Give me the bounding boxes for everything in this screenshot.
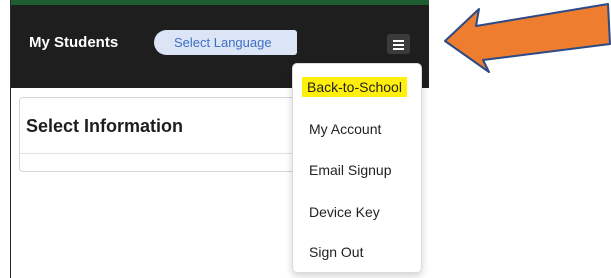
menu-item-email-signup[interactable]: Email Signup xyxy=(309,162,392,178)
app-title[interactable]: My Students xyxy=(29,34,118,51)
dropdown-menu: Back-to-School My Account Email Signup D… xyxy=(292,63,422,273)
menu-item-sign-out[interactable]: Sign Out xyxy=(309,244,363,260)
hamburger-menu-button[interactable] xyxy=(387,34,410,54)
card-title: Select Information xyxy=(26,116,184,136)
menu-item-back-to-school[interactable]: Back-to-School xyxy=(302,77,407,97)
app-window: My Students Select Language Select Infor… xyxy=(10,0,429,278)
accent-strip xyxy=(11,0,429,5)
hamburger-icon xyxy=(393,40,404,42)
hamburger-icon-bar xyxy=(393,48,404,50)
hamburger-icon-bar xyxy=(393,44,404,46)
annotation-arrow-icon xyxy=(444,3,611,73)
menu-item-device-key[interactable]: Device Key xyxy=(309,204,380,220)
language-select[interactable]: Select Language xyxy=(154,30,297,55)
menu-item-my-account[interactable]: My Account xyxy=(309,121,381,137)
